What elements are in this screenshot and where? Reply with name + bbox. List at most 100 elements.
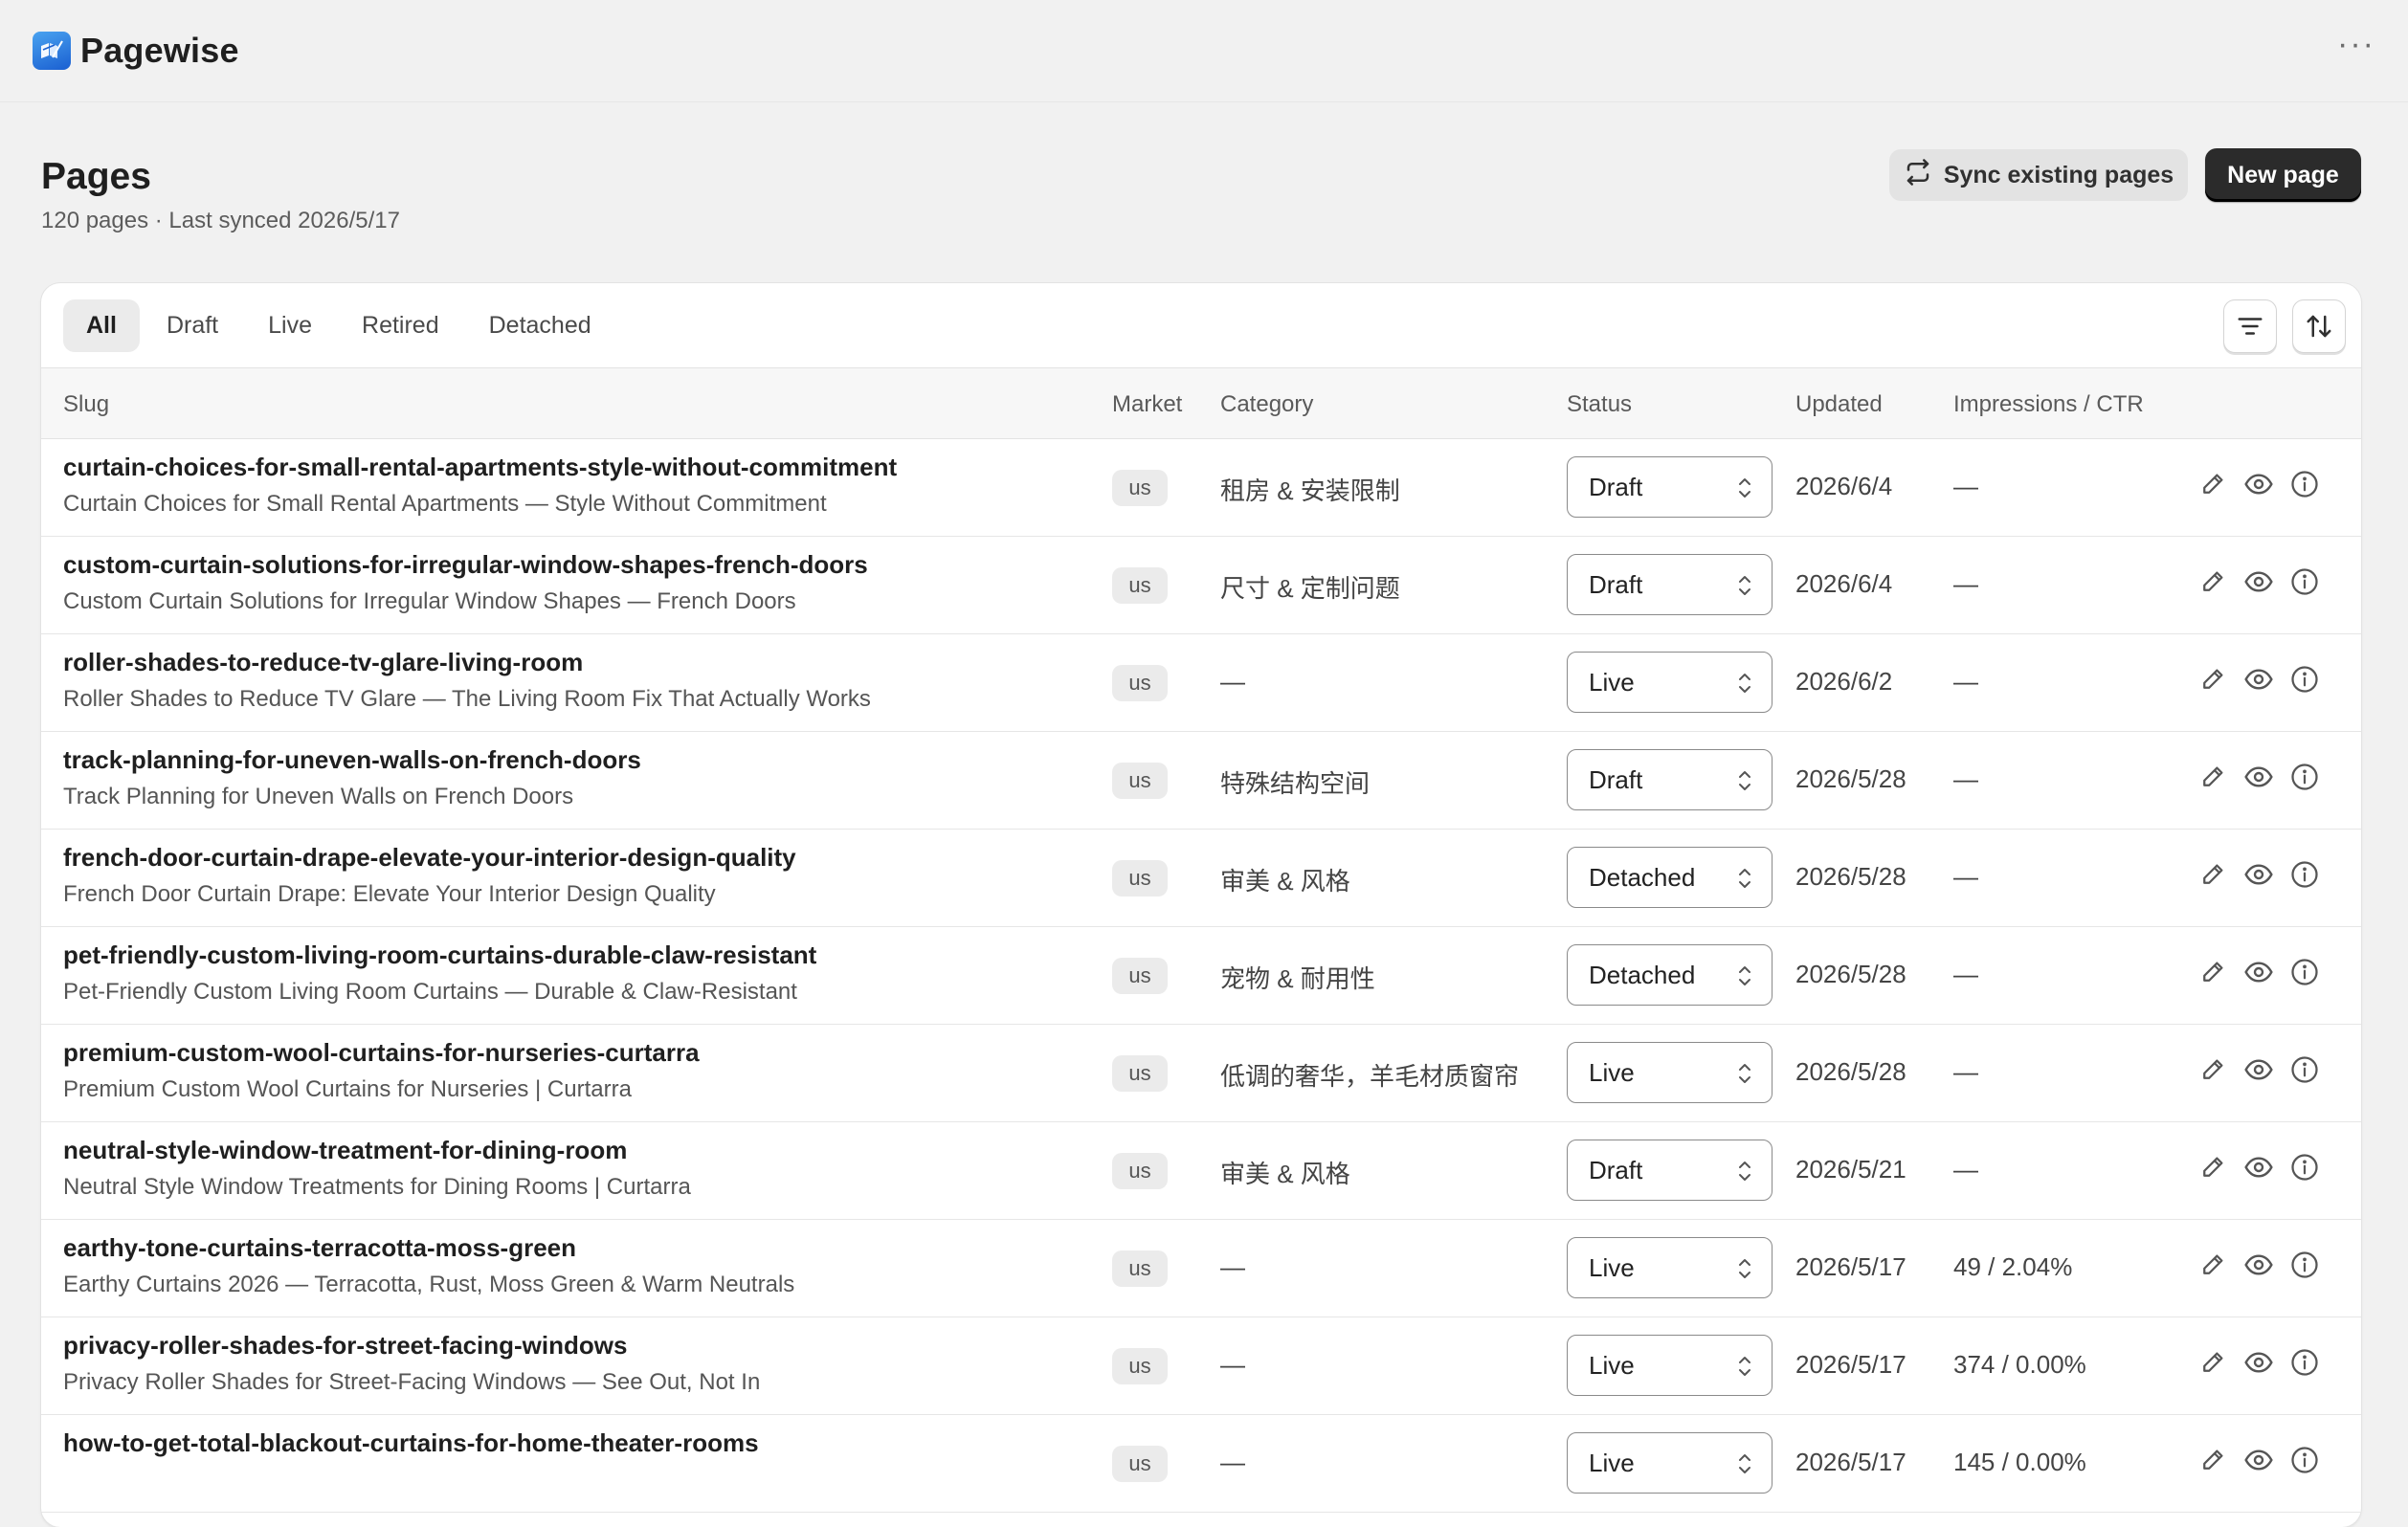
preview-eye-icon[interactable] bbox=[2243, 1347, 2274, 1378]
status-value: Draft bbox=[1589, 764, 1643, 794]
status-select[interactable]: Detached bbox=[1567, 944, 1773, 1006]
status-select[interactable]: Live bbox=[1567, 1042, 1773, 1103]
tab-retired[interactable]: Retired bbox=[339, 299, 462, 352]
status-value: Draft bbox=[1589, 1155, 1643, 1184]
row-category: 审美 & 风格 bbox=[1220, 867, 1350, 896]
col-impressions[interactable]: Impressions / CTR bbox=[1953, 391, 2144, 418]
edit-icon[interactable] bbox=[2197, 469, 2228, 499]
new-page-button[interactable]: New page bbox=[2205, 148, 2361, 202]
info-icon[interactable] bbox=[2289, 1152, 2320, 1183]
col-status[interactable]: Status bbox=[1567, 391, 1632, 418]
edit-icon[interactable] bbox=[2197, 1250, 2228, 1280]
table-row[interactable]: track-planning-for-uneven-walls-on-frenc… bbox=[41, 732, 2361, 830]
col-market[interactable]: Market bbox=[1112, 391, 1182, 418]
tab-draft[interactable]: Draft bbox=[144, 299, 241, 352]
status-select[interactable]: Draft bbox=[1567, 554, 1773, 615]
table-row[interactable]: neutral-style-window-treatment-for-dinin… bbox=[41, 1122, 2361, 1220]
status-select[interactable]: Live bbox=[1567, 652, 1773, 713]
status-select[interactable]: Live bbox=[1567, 1432, 1773, 1494]
edit-icon[interactable] bbox=[2197, 762, 2228, 792]
info-icon[interactable] bbox=[2289, 762, 2320, 792]
row-slug[interactable]: french-door-curtain-drape-elevate-your-i… bbox=[63, 843, 796, 873]
preview-eye-icon[interactable] bbox=[2243, 1445, 2274, 1475]
edit-icon[interactable] bbox=[2197, 1445, 2228, 1475]
edit-icon[interactable] bbox=[2197, 859, 2228, 890]
row-title: Neutral Style Window Treatments for Dini… bbox=[63, 1174, 691, 1200]
table-row[interactable]: pet-friendly-custom-living-room-curtains… bbox=[41, 927, 2361, 1025]
row-slug[interactable]: custom-curtain-solutions-for-irregular-w… bbox=[63, 550, 868, 580]
preview-eye-icon[interactable] bbox=[2243, 566, 2274, 597]
preview-eye-icon[interactable] bbox=[2243, 859, 2274, 890]
table-row[interactable]: custom-curtain-solutions-for-irregular-w… bbox=[41, 537, 2361, 634]
status-value: Draft bbox=[1589, 472, 1643, 501]
market-badge: us bbox=[1112, 860, 1168, 896]
row-title: Curtain Choices for Small Rental Apartme… bbox=[63, 491, 827, 517]
market-badge: us bbox=[1112, 1446, 1168, 1482]
preview-eye-icon[interactable] bbox=[2243, 664, 2274, 695]
table-row[interactable]: how-to-get-total-blackout-curtains-for-h… bbox=[41, 1415, 2361, 1513]
row-impressions: — bbox=[1953, 1155, 1978, 1184]
info-icon[interactable] bbox=[2289, 957, 2320, 987]
info-icon[interactable] bbox=[2289, 1250, 2320, 1280]
preview-eye-icon[interactable] bbox=[2243, 957, 2274, 987]
status-select[interactable]: Draft bbox=[1567, 1140, 1773, 1201]
row-slug[interactable]: curtain-choices-for-small-rental-apartme… bbox=[63, 453, 897, 482]
more-horizontal-icon[interactable]: ··· bbox=[2337, 28, 2375, 74]
market-badge: us bbox=[1112, 567, 1168, 604]
status-select[interactable]: Draft bbox=[1567, 749, 1773, 810]
info-icon[interactable] bbox=[2289, 664, 2320, 695]
tab-live[interactable]: Live bbox=[245, 299, 335, 352]
table-row[interactable]: earthy-tone-curtains-terracotta-moss-gre… bbox=[41, 1220, 2361, 1317]
row-slug[interactable]: track-planning-for-uneven-walls-on-frenc… bbox=[63, 745, 641, 775]
row-updated: 2026/5/28 bbox=[1795, 1057, 1906, 1086]
edit-icon[interactable] bbox=[2197, 664, 2228, 695]
row-slug[interactable]: premium-custom-wool-curtains-for-nurseri… bbox=[63, 1038, 700, 1068]
row-slug[interactable]: how-to-get-total-blackout-curtains-for-h… bbox=[63, 1428, 759, 1458]
table-row[interactable]: premium-custom-wool-curtains-for-nurseri… bbox=[41, 1025, 2361, 1122]
row-updated: 2026/5/17 bbox=[1795, 1350, 1906, 1379]
info-icon[interactable] bbox=[2289, 469, 2320, 499]
status-select[interactable]: Live bbox=[1567, 1335, 1773, 1396]
row-title: Earthy Curtains 2026 — Terracotta, Rust,… bbox=[63, 1272, 795, 1297]
info-icon[interactable] bbox=[2289, 859, 2320, 890]
sync-button-label: Sync existing pages bbox=[1943, 161, 2174, 188]
sync-existing-pages-button[interactable]: Sync existing pages bbox=[1889, 149, 2188, 201]
info-icon[interactable] bbox=[2289, 566, 2320, 597]
info-icon[interactable] bbox=[2289, 1445, 2320, 1475]
tab-all[interactable]: All bbox=[63, 299, 140, 352]
col-category[interactable]: Category bbox=[1220, 391, 1313, 418]
row-slug[interactable]: earthy-tone-curtains-terracotta-moss-gre… bbox=[63, 1233, 576, 1263]
market-badge: us bbox=[1112, 763, 1168, 799]
preview-eye-icon[interactable] bbox=[2243, 469, 2274, 499]
edit-icon[interactable] bbox=[2197, 1152, 2228, 1183]
row-slug[interactable]: privacy-roller-shades-for-street-facing-… bbox=[63, 1331, 627, 1361]
status-select[interactable]: Draft bbox=[1567, 456, 1773, 518]
preview-eye-icon[interactable] bbox=[2243, 1054, 2274, 1085]
table-row[interactable]: french-door-curtain-drape-elevate-your-i… bbox=[41, 830, 2361, 927]
info-icon[interactable] bbox=[2289, 1347, 2320, 1378]
preview-eye-icon[interactable] bbox=[2243, 762, 2274, 792]
status-select[interactable]: Live bbox=[1567, 1237, 1773, 1298]
table-row[interactable]: privacy-roller-shades-for-street-facing-… bbox=[41, 1317, 2361, 1415]
sort-icon[interactable] bbox=[2292, 299, 2346, 353]
preview-eye-icon[interactable] bbox=[2243, 1250, 2274, 1280]
row-slug[interactable]: pet-friendly-custom-living-room-curtains… bbox=[63, 941, 816, 970]
edit-icon[interactable] bbox=[2197, 957, 2228, 987]
col-updated[interactable]: Updated bbox=[1795, 391, 1883, 418]
status-select[interactable]: Detached bbox=[1567, 847, 1773, 908]
tab-detached[interactable]: Detached bbox=[466, 299, 614, 352]
chevron-up-down-icon bbox=[1739, 869, 1750, 888]
chevron-up-down-icon bbox=[1739, 1259, 1750, 1278]
chevron-up-down-icon bbox=[1739, 478, 1750, 498]
edit-icon[interactable] bbox=[2197, 566, 2228, 597]
edit-icon[interactable] bbox=[2197, 1054, 2228, 1085]
table-row[interactable]: curtain-choices-for-small-rental-apartme… bbox=[41, 439, 2361, 537]
preview-eye-icon[interactable] bbox=[2243, 1152, 2274, 1183]
table-row[interactable]: roller-shades-to-reduce-tv-glare-living-… bbox=[41, 634, 2361, 732]
row-slug[interactable]: roller-shades-to-reduce-tv-glare-living-… bbox=[63, 648, 583, 677]
filter-icon[interactable] bbox=[2223, 299, 2277, 353]
row-slug[interactable]: neutral-style-window-treatment-for-dinin… bbox=[63, 1136, 627, 1165]
info-icon[interactable] bbox=[2289, 1054, 2320, 1085]
edit-icon[interactable] bbox=[2197, 1347, 2228, 1378]
col-slug[interactable]: Slug bbox=[63, 391, 109, 418]
